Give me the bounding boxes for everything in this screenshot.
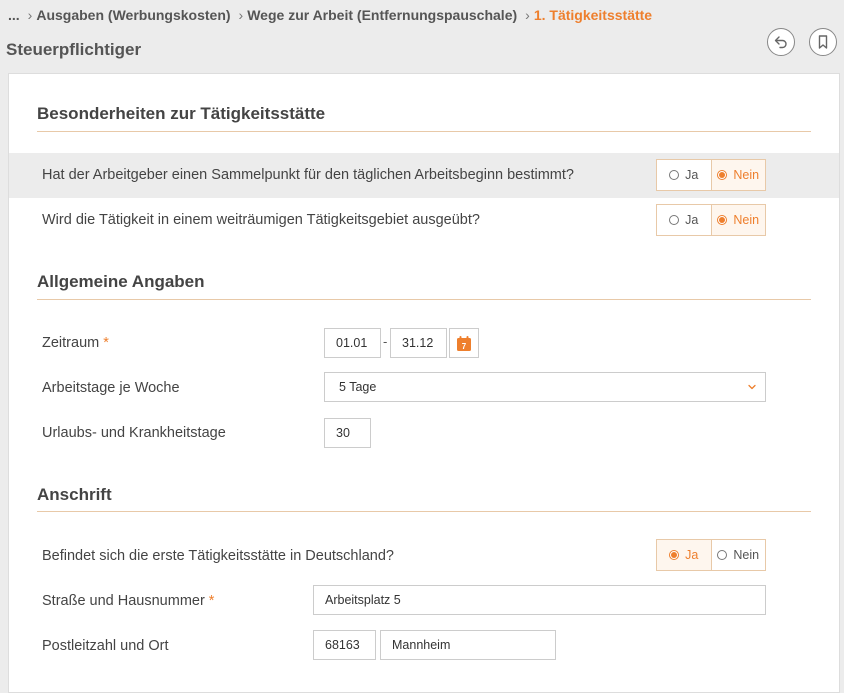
radio-circle-icon [669, 550, 680, 560]
question-taetigkeitsgebiet-label: Wird die Tätigkeit in einem weiträumigen… [42, 212, 480, 228]
section-title-besonderheiten: Besonderheiten zur Tätigkeitsstätte [37, 104, 326, 123]
radio-circle-icon [669, 170, 680, 180]
breadcrumb-item-wege[interactable]: Wege zur Arbeit (Entfernungspauschale) [247, 7, 517, 23]
section-title-allgemein: Allgemeine Angaben [37, 272, 205, 291]
calendar-button[interactable]: 7 [449, 328, 479, 358]
radio-deutschland-nein[interactable]: Nein [710, 540, 766, 570]
radio-circle-icon [717, 550, 728, 560]
radio-circle-icon [669, 215, 680, 225]
strasse-input[interactable]: Arbeitsplatz 5 [313, 585, 766, 615]
urlaub-label: Urlaubs- und Krankheitstage [42, 425, 226, 441]
breadcrumb-separator-icon: › [525, 7, 530, 23]
strasse-label-text: Straße und Hausnummer [42, 593, 205, 609]
urlaub-input[interactable]: 30 [324, 418, 371, 448]
section-divider [37, 299, 811, 300]
radio-circle-icon [717, 215, 728, 225]
radio-taetigkeitsgebiet-ja[interactable]: Ja [657, 205, 711, 235]
breadcrumb-ellipsis[interactable]: ... [8, 7, 20, 23]
radio-circle-icon [717, 170, 728, 180]
radio-label: Nein [733, 548, 760, 562]
undo-button[interactable] [767, 28, 795, 56]
zeitraum-from-input[interactable]: 01.01 [324, 328, 381, 358]
breadcrumb: ... › Ausgaben (Werbungskosten) › Wege z… [8, 6, 652, 24]
calendar-icon: 7 [457, 335, 471, 351]
section-title-anschrift: Anschrift [37, 485, 112, 504]
radio-label: Nein [733, 168, 760, 182]
bookmark-icon [818, 35, 828, 49]
radio-group-sammelpunkt: Ja Nein [656, 159, 766, 191]
section-divider [37, 511, 811, 512]
calendar-day-number: 7 [462, 342, 467, 351]
chevron-down-icon [748, 384, 756, 390]
undo-icon [774, 36, 787, 49]
radio-taetigkeitsgebiet-nein[interactable]: Nein [710, 205, 765, 235]
radio-label: Nein [733, 213, 760, 227]
question-sammelpunkt-label: Hat der Arbeitgeber einen Sammelpunkt fü… [42, 167, 574, 183]
page-title: Steuerpflichtiger [6, 40, 142, 59]
plz-ort-label: Postleitzahl und Ort [42, 638, 169, 654]
required-marker: * [208, 593, 215, 609]
breadcrumb-item-ausgaben[interactable]: Ausgaben (Werbungskosten) [36, 7, 230, 23]
arbeitstage-label: Arbeitstage je Woche [42, 380, 180, 396]
zeitraum-to-input[interactable]: 31.12 [390, 328, 447, 358]
radio-sammelpunkt-ja[interactable]: Ja [657, 160, 711, 190]
breadcrumb-item-current: 1. Tätigkeitsstätte [533, 7, 653, 23]
strasse-label: Straße und Hausnummer * [42, 593, 214, 609]
plz-input[interactable]: 68163 [313, 630, 376, 660]
radio-label: Ja [685, 168, 699, 182]
zeitraum-label-text: Zeitraum [42, 335, 100, 351]
radio-label: Ja [685, 213, 699, 227]
breadcrumb-separator-icon: › [238, 7, 244, 23]
ort-input[interactable]: Mannheim [380, 630, 556, 660]
arbeitstage-select-value: 5 Tage [339, 380, 377, 394]
arbeitstage-select[interactable]: 5 Tage [324, 372, 766, 402]
bookmark-button[interactable] [809, 28, 837, 56]
radio-label: Ja [685, 548, 699, 562]
zeitraum-separator: - [383, 334, 388, 349]
breadcrumb-separator-icon: › [27, 7, 33, 23]
question-deutschland-label: Befindet sich die erste Tätigkeitsstätte… [42, 548, 394, 564]
required-marker: * [103, 335, 109, 351]
section-divider [37, 131, 811, 132]
zeitraum-label: Zeitraum * [42, 335, 109, 351]
radio-group-taetigkeitsgebiet: Ja Nein [656, 204, 766, 236]
form-card: Besonderheiten zur Tätigkeitsstätte Hat … [8, 73, 840, 693]
radio-group-deutschland: Ja Nein [656, 539, 766, 571]
radio-sammelpunkt-nein[interactable]: Nein [710, 160, 765, 190]
radio-deutschland-ja[interactable]: Ja [657, 540, 711, 570]
